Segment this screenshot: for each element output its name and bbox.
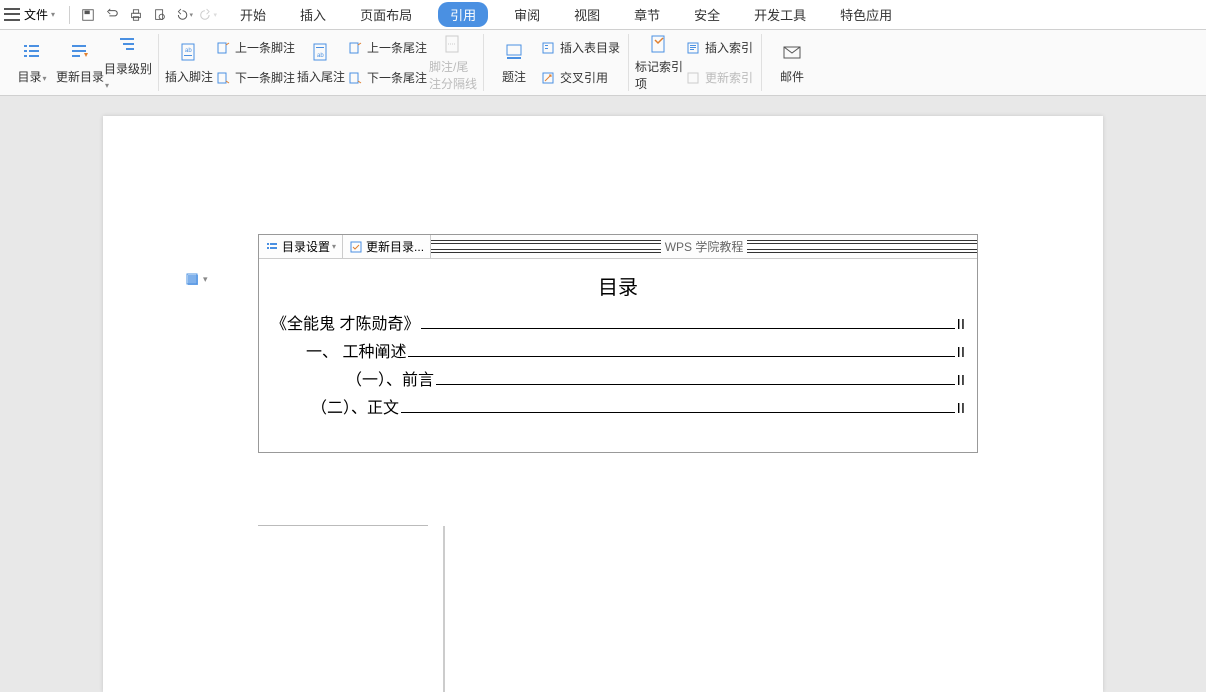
insert-index-button[interactable]: 插入索引 bbox=[685, 36, 753, 60]
page-gutter-icon[interactable] bbox=[183, 270, 203, 290]
caption-button[interactable]: 题注 bbox=[490, 35, 538, 91]
tab-review[interactable]: 审阅 bbox=[506, 2, 548, 27]
print-icon[interactable] bbox=[127, 6, 145, 24]
toc-level-icon bbox=[116, 35, 140, 56]
separator bbox=[69, 6, 70, 24]
redo-icon[interactable]: ▾ bbox=[199, 6, 217, 24]
update-index-icon bbox=[685, 70, 701, 86]
toc-entry-text: 一、 工种阐述 bbox=[306, 338, 406, 362]
toc-leader-line bbox=[436, 384, 955, 385]
insert-footnote-button[interactable]: ab 插入脚注 bbox=[165, 35, 213, 91]
tab-insert[interactable]: 插入 bbox=[292, 2, 334, 27]
toc-page-number: II bbox=[957, 316, 965, 333]
prev-footnote-icon bbox=[215, 40, 231, 56]
insert-endnote-button[interactable]: ab 插入尾注 bbox=[297, 35, 345, 91]
toc-title: 目录 bbox=[271, 271, 965, 300]
update-index-button: 更新索引 bbox=[685, 66, 753, 90]
mail-icon bbox=[780, 40, 804, 64]
update-toc-button[interactable]: 更新目录 bbox=[56, 35, 104, 91]
column-guide-2 bbox=[443, 526, 445, 692]
workspace: ▾ 目录设置 ▾ 更新目录... WPS 学院教程 目录 《全能鬼 才陈勋奇》 I… bbox=[0, 96, 1206, 692]
tab-section[interactable]: 章节 bbox=[626, 2, 668, 27]
svg-text:ab: ab bbox=[185, 48, 192, 54]
crossref-button[interactable]: 交叉引用 bbox=[540, 66, 620, 90]
column-guide bbox=[258, 426, 428, 526]
mark-index-icon bbox=[647, 34, 671, 54]
separator-icon bbox=[441, 34, 465, 54]
toc-entry[interactable]: 一、 工种阐述 II bbox=[306, 338, 965, 362]
toc-field[interactable]: 目录设置 ▾ 更新目录... WPS 学院教程 目录 《全能鬼 才陈勋奇》II一… bbox=[258, 234, 978, 453]
toc-entry-text: （二）、正文 bbox=[311, 394, 399, 418]
toc-leader-line bbox=[421, 328, 954, 329]
save-icon[interactable] bbox=[79, 6, 97, 24]
next-footnote-icon bbox=[215, 70, 231, 86]
toc-entry[interactable]: （一）、前言 II bbox=[346, 366, 965, 390]
tab-layout[interactable]: 页面布局 bbox=[352, 2, 420, 27]
toc-entry-text: （一）、前言 bbox=[346, 366, 434, 390]
undo-print-icon[interactable] bbox=[103, 6, 121, 24]
mark-index-button[interactable]: 标记索引项 bbox=[635, 35, 683, 91]
toc-update-button[interactable]: 更新目录... bbox=[343, 235, 431, 258]
next-endnote-icon bbox=[347, 70, 363, 86]
chevron-down-icon: ▾ bbox=[51, 10, 55, 19]
caption-icon bbox=[502, 40, 526, 64]
footnote-icon: ab bbox=[177, 40, 201, 64]
insert-figtoc-button[interactable]: 插入表目录 bbox=[540, 36, 620, 60]
toc-leader-line bbox=[401, 412, 955, 413]
tab-start[interactable]: 开始 bbox=[232, 2, 274, 27]
svg-text:ab: ab bbox=[317, 53, 324, 59]
tab-security[interactable]: 安全 bbox=[686, 2, 728, 27]
prev-endnote-button[interactable]: 上一条尾注 bbox=[347, 36, 427, 60]
toc-page-number: II bbox=[957, 344, 965, 361]
endnote-icon: ab bbox=[309, 40, 333, 64]
toc-entry[interactable]: （二）、正文 II bbox=[311, 394, 965, 418]
toc-entry[interactable]: 《全能鬼 才陈勋奇》 II bbox=[271, 310, 965, 334]
insert-index-icon bbox=[685, 40, 701, 56]
main-tabs: 开始 插入 页面布局 引用 审阅 视图 章节 安全 开发工具 特色应用 bbox=[232, 2, 900, 27]
gutter-chevron-icon[interactable]: ▾ bbox=[203, 274, 208, 285]
toc-level-button[interactable]: 目录级别▾ bbox=[104, 35, 152, 91]
file-label: 文件 bbox=[24, 6, 48, 23]
next-endnote-button[interactable]: 下一条尾注 bbox=[347, 66, 427, 90]
separator-button: 脚注/尾注分隔线 bbox=[429, 35, 477, 91]
next-footnote-button[interactable]: 下一条脚注 bbox=[215, 66, 295, 90]
tab-features[interactable]: 特色应用 bbox=[832, 2, 900, 27]
toc-header-text: WPS 学院教程 bbox=[431, 238, 977, 255]
page-canvas[interactable]: ▾ 目录设置 ▾ 更新目录... WPS 学院教程 目录 《全能鬼 才陈勋奇》 I… bbox=[103, 116, 1103, 692]
menu-icon bbox=[4, 7, 20, 23]
toc-update-icon bbox=[349, 240, 363, 254]
toc-leader-line bbox=[408, 356, 954, 357]
tab-devtools[interactable]: 开发工具 bbox=[746, 2, 814, 27]
undo-icon[interactable]: ▾ bbox=[175, 6, 193, 24]
toc-entry-text: 《全能鬼 才陈勋奇》 bbox=[271, 310, 419, 334]
toc-icon bbox=[20, 40, 44, 64]
toc-settings-button[interactable]: 目录设置 ▾ bbox=[259, 235, 343, 258]
figtoc-icon bbox=[540, 40, 556, 56]
crossref-icon bbox=[540, 70, 556, 86]
update-toc-icon bbox=[68, 40, 92, 64]
hamburger-menu[interactable]: 文件 ▾ bbox=[4, 6, 55, 23]
toc-body[interactable]: 目录 《全能鬼 才陈勋奇》 II 一、 工种阐述 II （一）、前言 II （二）、正文 II bbox=[259, 259, 977, 452]
toc-settings-icon bbox=[265, 240, 279, 254]
prev-endnote-icon bbox=[347, 40, 363, 56]
preview-icon[interactable] bbox=[151, 6, 169, 24]
tab-reference[interactable]: 引用 bbox=[438, 2, 488, 27]
prev-footnote-button[interactable]: 上一条脚注 bbox=[215, 36, 295, 60]
toc-toolbar: 目录设置 ▾ 更新目录... WPS 学院教程 bbox=[259, 235, 977, 259]
toc-page-number: II bbox=[957, 372, 965, 389]
mail-button[interactable]: 邮件 bbox=[768, 35, 816, 91]
tab-view[interactable]: 视图 bbox=[566, 2, 608, 27]
toc-page-number: II bbox=[957, 400, 965, 417]
ribbon: 目录▾ 更新目录 目录级别▾ ab 插入脚注 上一条脚注 bbox=[0, 30, 1206, 96]
toc-button[interactable]: 目录▾ bbox=[8, 35, 56, 91]
